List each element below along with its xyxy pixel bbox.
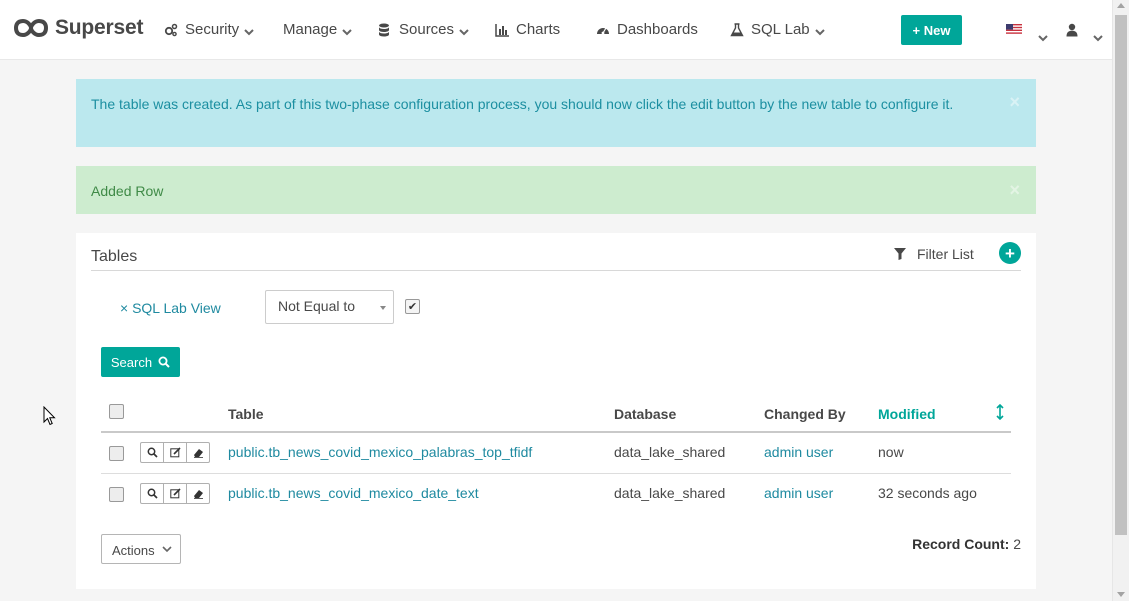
page-scrollbar[interactable]: [1112, 0, 1129, 601]
record-count: Record Count: 2: [912, 536, 1021, 552]
column-header-database[interactable]: Database: [614, 406, 676, 422]
column-header-table[interactable]: Table: [228, 406, 264, 422]
chevron-down-icon[interactable]: [1038, 35, 1048, 42]
dashboard-gauge-icon: [597, 27, 609, 34]
show-record-button[interactable]: [141, 484, 164, 503]
filter-list-label: Filter List: [917, 246, 974, 262]
table-name-link[interactable]: public.tb_news_covid_mexico_palabras_top…: [228, 444, 532, 460]
filter-operator-select[interactable]: Not Equal to: [265, 290, 394, 324]
filter-operator-value: Not Equal to: [278, 298, 356, 314]
gears-icon: [164, 23, 178, 36]
flask-icon: [730, 22, 744, 36]
chevron-down-icon: [814, 28, 825, 35]
nav-sql-lab[interactable]: SQL Lab: [730, 21, 825, 38]
nav-security[interactable]: Security: [164, 21, 254, 38]
filter-value-checkbox[interactable]: ✔: [405, 299, 420, 314]
filter-icon: [894, 248, 906, 260]
chevron-down-icon: [162, 546, 172, 553]
new-button[interactable]: + New: [901, 15, 962, 45]
eraser-icon: [193, 490, 203, 499]
database-icon: [379, 23, 389, 36]
info-alert-close-button[interactable]: ×: [1009, 93, 1020, 112]
tables-panel: Tables Filter List + × SQL Lab View Not …: [76, 233, 1036, 589]
modified-cell: 32 seconds ago: [878, 485, 977, 501]
table-header-divider: [101, 431, 1011, 433]
panel-divider: [91, 270, 1021, 271]
table-name-link[interactable]: public.tb_news_covid_mexico_date_text: [228, 485, 479, 501]
row-checkbox[interactable]: [109, 487, 124, 502]
nav-manage[interactable]: Manage: [283, 21, 352, 38]
scroll-thumb[interactable]: [1115, 15, 1127, 535]
search-icon: [147, 447, 158, 458]
edit-icon: [169, 447, 181, 458]
success-alert-message: Added Row: [91, 183, 164, 199]
bar-chart-icon: [495, 23, 509, 37]
superset-logo-icon: [14, 18, 48, 38]
row-action-buttons: [140, 442, 210, 463]
info-alert: The table was created. As part of this t…: [76, 79, 1036, 147]
mouse-pointer-icon: [43, 406, 56, 426]
panel-title: Tables: [91, 248, 138, 265]
chevron-down-icon[interactable]: [1093, 35, 1103, 42]
table-row-divider: [101, 473, 1011, 474]
record-count-label: Record Count:: [912, 536, 1010, 552]
column-header-modified[interactable]: Modified: [878, 406, 936, 422]
record-count-value: 2: [1013, 536, 1021, 552]
nav-charts[interactable]: Charts: [495, 21, 560, 38]
success-alert: Added Row ×: [76, 166, 1036, 214]
success-alert-close-button[interactable]: ×: [1009, 181, 1020, 200]
scroll-up-arrow-icon[interactable]: [1117, 3, 1125, 8]
nav-sql-lab-label: SQL Lab: [751, 21, 810, 38]
edit-record-button[interactable]: [164, 484, 187, 503]
nav-sources-label: Sources: [399, 21, 455, 38]
user-icon[interactable]: [1066, 23, 1078, 37]
search-button[interactable]: Search: [101, 347, 180, 377]
eraser-icon: [193, 449, 203, 458]
sort-icon[interactable]: [996, 404, 1004, 420]
changed-by-link[interactable]: admin user: [764, 444, 833, 460]
modified-cell: now: [878, 444, 904, 460]
select-all-checkbox[interactable]: [109, 404, 124, 419]
info-alert-message: The table was created. As part of this t…: [91, 96, 954, 112]
database-cell: data_lake_shared: [614, 485, 726, 501]
database-cell: data_lake_shared: [614, 444, 726, 460]
search-icon: [147, 488, 158, 499]
edit-record-button[interactable]: [164, 443, 187, 462]
nav-sources[interactable]: Sources: [378, 21, 469, 38]
show-record-button[interactable]: [141, 443, 164, 462]
top-navbar: Superset Security Manage Sources Charts: [0, 0, 1112, 60]
us-flag-icon[interactable]: [1006, 24, 1022, 35]
changed-by-link[interactable]: admin user: [764, 485, 833, 501]
nav-manage-label: Manage: [283, 21, 338, 38]
filter-list-button[interactable]: Filter List: [894, 246, 974, 262]
select-caret-icon: [380, 306, 386, 310]
search-button-label: Search: [110, 354, 153, 370]
nav-dashboards-label: Dashboards: [617, 21, 698, 38]
row-checkbox[interactable]: [109, 446, 124, 461]
column-header-changed-by[interactable]: Changed By: [764, 406, 846, 422]
nav-security-label: Security: [185, 21, 240, 38]
chevron-down-icon: [459, 28, 469, 35]
actions-button-label: Actions: [112, 543, 155, 558]
delete-record-button[interactable]: [187, 484, 209, 503]
scroll-down-arrow-icon[interactable]: [1117, 592, 1125, 597]
nav-charts-label: Charts: [516, 21, 561, 38]
actions-dropdown-button[interactable]: Actions: [101, 534, 181, 564]
add-record-button[interactable]: +: [999, 242, 1021, 264]
brand-name: Superset: [55, 16, 144, 39]
search-icon: [158, 356, 170, 368]
chevron-down-icon: [244, 28, 254, 35]
chevron-down-icon: [342, 28, 352, 35]
nav-dashboards[interactable]: Dashboards: [596, 21, 698, 38]
remove-filter-sql-lab-view[interactable]: × SQL Lab View: [120, 300, 221, 316]
brand[interactable]: Superset: [14, 16, 143, 40]
edit-icon: [169, 488, 181, 499]
delete-record-button[interactable]: [187, 443, 209, 462]
row-action-buttons: [140, 483, 210, 504]
